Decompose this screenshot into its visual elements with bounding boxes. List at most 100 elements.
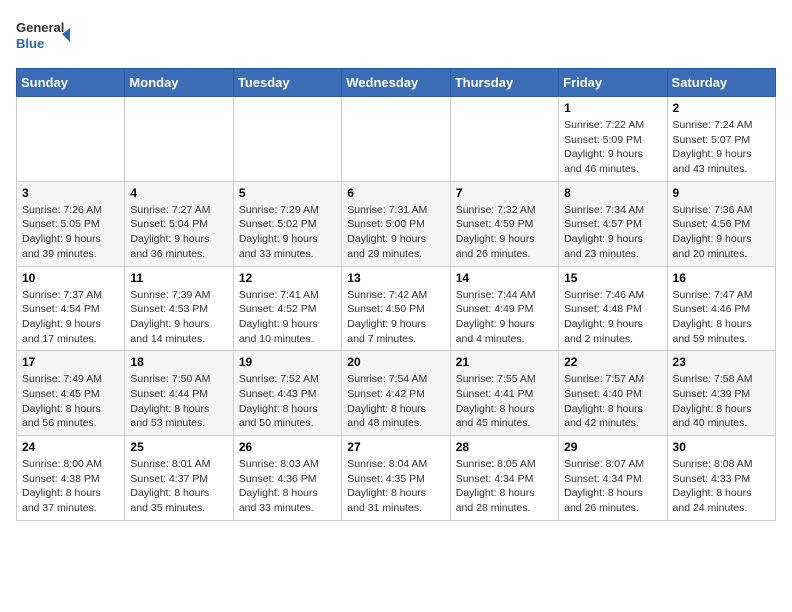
svg-text:Blue: Blue (16, 36, 44, 51)
day-info: Sunrise: 7:24 AM Sunset: 5:07 PM Dayligh… (673, 118, 770, 177)
day-of-week-monday: Monday (125, 69, 233, 97)
calendar-week-1: 1 Sunrise: 7:22 AM Sunset: 5:09 PM Daylig… (17, 97, 776, 182)
calendar-cell: 19Sunrise: 7:52 AM Sunset: 4:43 PM Dayli… (233, 351, 341, 436)
calendar-cell: 21Sunrise: 7:55 AM Sunset: 4:41 PM Dayli… (450, 351, 558, 436)
day-info: Sunrise: 7:36 AM Sunset: 4:56 PM Dayligh… (673, 203, 770, 262)
day-info: Sunrise: 7:42 AM Sunset: 4:50 PM Dayligh… (347, 288, 444, 347)
day-number: 16 (673, 271, 770, 285)
day-info: Sunrise: 8:08 AM Sunset: 4:33 PM Dayligh… (673, 457, 770, 516)
day-info: Sunrise: 8:05 AM Sunset: 4:34 PM Dayligh… (456, 457, 553, 516)
day-number: 1 (564, 101, 661, 115)
day-number: 14 (456, 271, 553, 285)
day-number: 8 (564, 186, 661, 200)
day-number: 4 (130, 186, 227, 200)
calendar-cell: 1 Sunrise: 7:22 AM Sunset: 5:09 PM Daylig… (559, 97, 667, 182)
day-number: 30 (673, 440, 770, 454)
calendar-cell: 16 Sunrise: 7:47 AM Sunset: 4:46 PM Dayli… (667, 266, 775, 351)
day-number: 12 (239, 271, 336, 285)
day-info: Sunrise: 7:27 AM Sunset: 5:04 PM Dayligh… (130, 203, 227, 262)
day-info: Sunrise: 8:00 AM Sunset: 4:38 PM Dayligh… (22, 457, 119, 516)
calendar-cell: 22Sunrise: 7:57 AM Sunset: 4:40 PM Dayli… (559, 351, 667, 436)
calendar-cell: 27Sunrise: 8:04 AM Sunset: 4:35 PM Dayli… (342, 436, 450, 521)
day-info: Sunrise: 7:49 AM Sunset: 4:45 PM Dayligh… (22, 372, 119, 431)
day-of-week-saturday: Saturday (667, 69, 775, 97)
calendar-cell: 8 Sunrise: 7:34 AM Sunset: 4:57 PM Daylig… (559, 181, 667, 266)
day-info: Sunrise: 7:58 AM Sunset: 4:39 PM Dayligh… (673, 372, 770, 431)
day-number: 26 (239, 440, 336, 454)
svg-text:General: General (16, 20, 64, 35)
day-info: Sunrise: 7:34 AM Sunset: 4:57 PM Dayligh… (564, 203, 661, 262)
calendar-cell: 13 Sunrise: 7:42 AM Sunset: 4:50 PM Dayli… (342, 266, 450, 351)
calendar-cell: 17 Sunrise: 7:49 AM Sunset: 4:45 PM Dayli… (17, 351, 125, 436)
day-info: Sunrise: 7:41 AM Sunset: 4:52 PM Dayligh… (239, 288, 336, 347)
logo: GeneralBlue (16, 16, 76, 56)
day-of-week-wednesday: Wednesday (342, 69, 450, 97)
calendar-cell: 14 Sunrise: 7:44 AM Sunset: 4:49 PM Dayli… (450, 266, 558, 351)
calendar-cell (125, 97, 233, 182)
day-number: 25 (130, 440, 227, 454)
day-number: 17 (22, 355, 119, 369)
day-info: Sunrise: 8:04 AM Sunset: 4:35 PM Dayligh… (347, 457, 444, 516)
day-number: 28 (456, 440, 553, 454)
day-number: 20 (347, 355, 444, 369)
calendar-cell: 24Sunrise: 8:00 AM Sunset: 4:38 PM Dayli… (17, 436, 125, 521)
calendar-cell: 26 Sunrise: 8:03 AM Sunset: 4:36 PM Dayli… (233, 436, 341, 521)
day-number: 3 (22, 186, 119, 200)
calendar-week-3: 10Sunrise: 7:37 AM Sunset: 4:54 PM Dayli… (17, 266, 776, 351)
calendar-cell: 18 Sunrise: 7:50 AM Sunset: 4:44 PM Dayli… (125, 351, 233, 436)
calendar-header-row: SundayMondayTuesdayWednesdayThursdayFrid… (17, 69, 776, 97)
day-info: Sunrise: 7:39 AM Sunset: 4:53 PM Dayligh… (130, 288, 227, 347)
day-info: Sunrise: 7:47 AM Sunset: 4:46 PM Dayligh… (673, 288, 770, 347)
calendar-cell: 3 Sunrise: 7:26 AM Sunset: 5:05 PM Daylig… (17, 181, 125, 266)
day-info: Sunrise: 7:57 AM Sunset: 4:40 PM Dayligh… (564, 372, 661, 431)
calendar-cell: 15Sunrise: 7:46 AM Sunset: 4:48 PM Dayli… (559, 266, 667, 351)
calendar-week-5: 24Sunrise: 8:00 AM Sunset: 4:38 PM Dayli… (17, 436, 776, 521)
day-info: Sunrise: 7:22 AM Sunset: 5:09 PM Dayligh… (564, 118, 661, 177)
day-info: Sunrise: 7:50 AM Sunset: 4:44 PM Dayligh… (130, 372, 227, 431)
calendar-cell (342, 97, 450, 182)
day-number: 19 (239, 355, 336, 369)
calendar-cell: 2 Sunrise: 7:24 AM Sunset: 5:07 PM Daylig… (667, 97, 775, 182)
calendar-cell: 7 Sunrise: 7:32 AM Sunset: 4:59 PM Daylig… (450, 181, 558, 266)
calendar-cell (233, 97, 341, 182)
calendar-cell: 25 Sunrise: 8:01 AM Sunset: 4:37 PM Dayli… (125, 436, 233, 521)
calendar-cell: 10Sunrise: 7:37 AM Sunset: 4:54 PM Dayli… (17, 266, 125, 351)
calendar-cell: 11 Sunrise: 7:39 AM Sunset: 4:53 PM Dayli… (125, 266, 233, 351)
calendar-cell: 20 Sunrise: 7:54 AM Sunset: 4:42 PM Dayli… (342, 351, 450, 436)
day-info: Sunrise: 8:01 AM Sunset: 4:37 PM Dayligh… (130, 457, 227, 516)
day-number: 6 (347, 186, 444, 200)
day-of-week-thursday: Thursday (450, 69, 558, 97)
day-info: Sunrise: 8:07 AM Sunset: 4:34 PM Dayligh… (564, 457, 661, 516)
calendar-cell: 12 Sunrise: 7:41 AM Sunset: 4:52 PM Dayli… (233, 266, 341, 351)
day-info: Sunrise: 7:54 AM Sunset: 4:42 PM Dayligh… (347, 372, 444, 431)
day-of-week-tuesday: Tuesday (233, 69, 341, 97)
calendar-cell (450, 97, 558, 182)
calendar-cell: 6 Sunrise: 7:31 AM Sunset: 5:00 PM Daylig… (342, 181, 450, 266)
calendar-cell: 4 Sunrise: 7:27 AM Sunset: 5:04 PM Daylig… (125, 181, 233, 266)
day-number: 29 (564, 440, 661, 454)
day-info: Sunrise: 7:31 AM Sunset: 5:00 PM Dayligh… (347, 203, 444, 262)
calendar-cell: 28 Sunrise: 8:05 AM Sunset: 4:34 PM Dayli… (450, 436, 558, 521)
day-info: Sunrise: 7:32 AM Sunset: 4:59 PM Dayligh… (456, 203, 553, 262)
calendar-week-2: 3 Sunrise: 7:26 AM Sunset: 5:05 PM Daylig… (17, 181, 776, 266)
page-header: GeneralBlue (16, 16, 776, 56)
day-info: Sunrise: 7:29 AM Sunset: 5:02 PM Dayligh… (239, 203, 336, 262)
day-number: 18 (130, 355, 227, 369)
day-number: 13 (347, 271, 444, 285)
day-info: Sunrise: 7:37 AM Sunset: 4:54 PM Dayligh… (22, 288, 119, 347)
calendar-cell: 30 Sunrise: 8:08 AM Sunset: 4:33 PM Dayli… (667, 436, 775, 521)
day-number: 11 (130, 271, 227, 285)
day-info: Sunrise: 8:03 AM Sunset: 4:36 PM Dayligh… (239, 457, 336, 516)
day-number: 2 (673, 101, 770, 115)
calendar-cell (17, 97, 125, 182)
day-info: Sunrise: 7:26 AM Sunset: 5:05 PM Dayligh… (22, 203, 119, 262)
calendar-cell: 23 Sunrise: 7:58 AM Sunset: 4:39 PM Dayli… (667, 351, 775, 436)
day-info: Sunrise: 7:44 AM Sunset: 4:49 PM Dayligh… (456, 288, 553, 347)
day-number: 7 (456, 186, 553, 200)
logo-icon: GeneralBlue (16, 16, 76, 56)
calendar-week-4: 17 Sunrise: 7:49 AM Sunset: 4:45 PM Dayli… (17, 351, 776, 436)
day-number: 5 (239, 186, 336, 200)
day-number: 23 (673, 355, 770, 369)
day-of-week-friday: Friday (559, 69, 667, 97)
calendar-table: SundayMondayTuesdayWednesdayThursdayFrid… (16, 68, 776, 521)
